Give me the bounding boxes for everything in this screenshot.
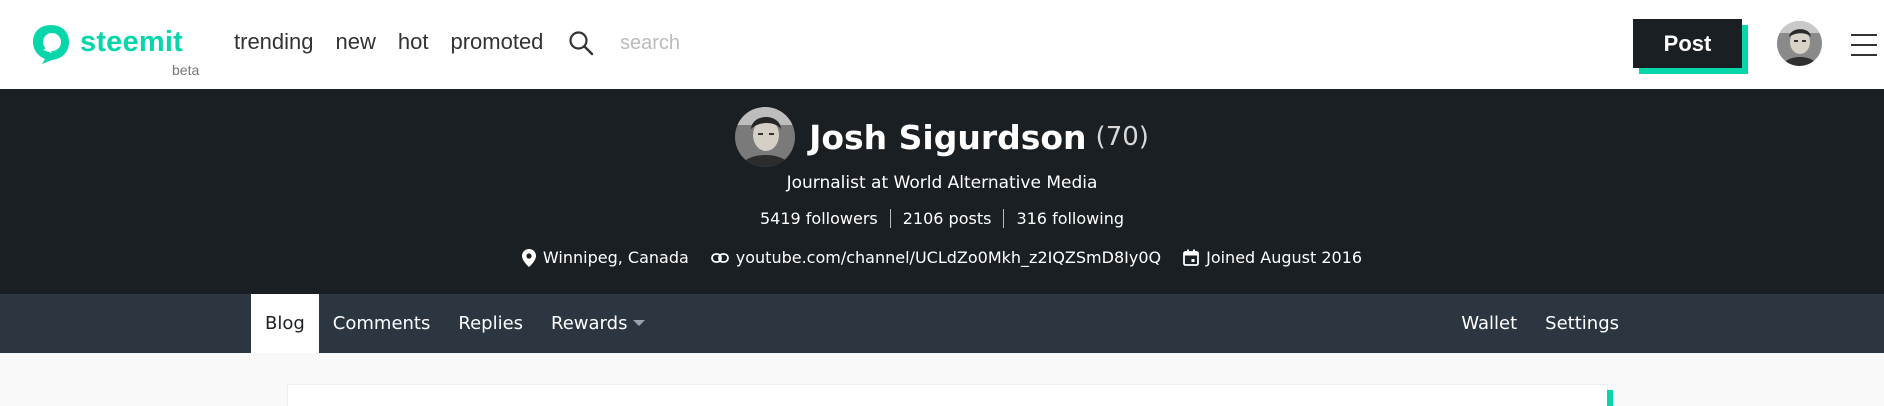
- tab-blog[interactable]: Blog: [251, 294, 319, 353]
- followers-count[interactable]: 5419 followers: [748, 209, 890, 228]
- profile-avatar-image: [735, 107, 796, 167]
- tab-comments-label: Comments: [332, 313, 431, 334]
- post-button-wrapper: Post: [1633, 19, 1748, 74]
- search-icon[interactable]: [568, 30, 594, 56]
- calendar-icon: [1183, 249, 1199, 266]
- following-count[interactable]: 316 following: [1003, 209, 1136, 228]
- tab-wallet[interactable]: Wallet: [1447, 294, 1531, 353]
- nav-trending[interactable]: trending: [234, 29, 314, 55]
- joined-item: Joined August 2016: [1183, 248, 1362, 267]
- nav-promoted[interactable]: promoted: [450, 29, 543, 55]
- search-input[interactable]: [620, 26, 880, 60]
- profile-banner: Josh Sigurdson (70) Journalist at World …: [0, 89, 1884, 294]
- top-header: steemit beta trending new hot promoted P…: [0, 0, 1884, 89]
- tab-settings[interactable]: Settings: [1531, 294, 1633, 353]
- profile-avatar: [735, 107, 796, 167]
- nav-hot[interactable]: hot: [398, 29, 429, 55]
- posts-count: 2106 posts: [889, 209, 1004, 228]
- steemit-logo[interactable]: steemit beta: [30, 20, 200, 80]
- profile-tabs-left: Blog Comments Replies Rewards: [251, 294, 659, 353]
- post-card: [287, 384, 1608, 406]
- chevron-down-icon: [633, 319, 646, 326]
- link-icon: [710, 252, 729, 263]
- hamburger-menu-icon[interactable]: [1851, 34, 1877, 56]
- website-item: youtube.com/channel/UCLdZo0Mkh_z2IQZSmD8…: [710, 248, 1161, 267]
- tab-replies[interactable]: Replies: [444, 294, 537, 353]
- post-button[interactable]: Post: [1633, 19, 1742, 68]
- card-accent-bar: [1607, 390, 1613, 406]
- tab-wallet-label: Wallet: [1461, 313, 1518, 334]
- profile-tabbar: Blog Comments Replies Rewards Wallet Set…: [0, 294, 1884, 353]
- tab-blog-label: Blog: [265, 313, 305, 334]
- tab-rewards-label: Rewards: [551, 313, 628, 334]
- user-avatar[interactable]: [1777, 21, 1822, 66]
- profile-about: Journalist at World Alternative Media: [786, 173, 1098, 193]
- map-pin-icon: [521, 248, 536, 267]
- tab-settings-label: Settings: [1545, 313, 1619, 334]
- beta-badge: beta: [172, 62, 200, 78]
- joined-text: Joined August 2016: [1206, 248, 1363, 267]
- location-item: Winnipeg, Canada: [521, 248, 689, 267]
- tab-rewards[interactable]: Rewards: [537, 294, 659, 353]
- main-nav: trending new hot promoted: [234, 29, 543, 55]
- logo-text: steemit: [80, 26, 183, 58]
- steemit-logo-icon: [33, 25, 69, 64]
- tab-comments[interactable]: Comments: [319, 294, 445, 353]
- user-avatar-image: [1777, 21, 1822, 66]
- profile-tabs-right: Wallet Settings: [1447, 294, 1633, 353]
- nav-new[interactable]: new: [336, 29, 376, 55]
- reputation-score: (70): [1095, 122, 1149, 152]
- location-text: Winnipeg, Canada: [542, 248, 689, 267]
- profile-name: Josh Sigurdson: [809, 117, 1087, 157]
- tab-replies-label: Replies: [458, 313, 524, 334]
- profile-stats: 5419 followers 2106 posts 316 following: [0, 209, 1884, 228]
- profile-heading: Josh Sigurdson (70): [0, 107, 1884, 167]
- website-link[interactable]: youtube.com/channel/UCLdZo0Mkh_z2IQZSmD8…: [736, 248, 1161, 267]
- profile-meta: Winnipeg, Canada youtube.com/channel/UCL…: [0, 248, 1884, 267]
